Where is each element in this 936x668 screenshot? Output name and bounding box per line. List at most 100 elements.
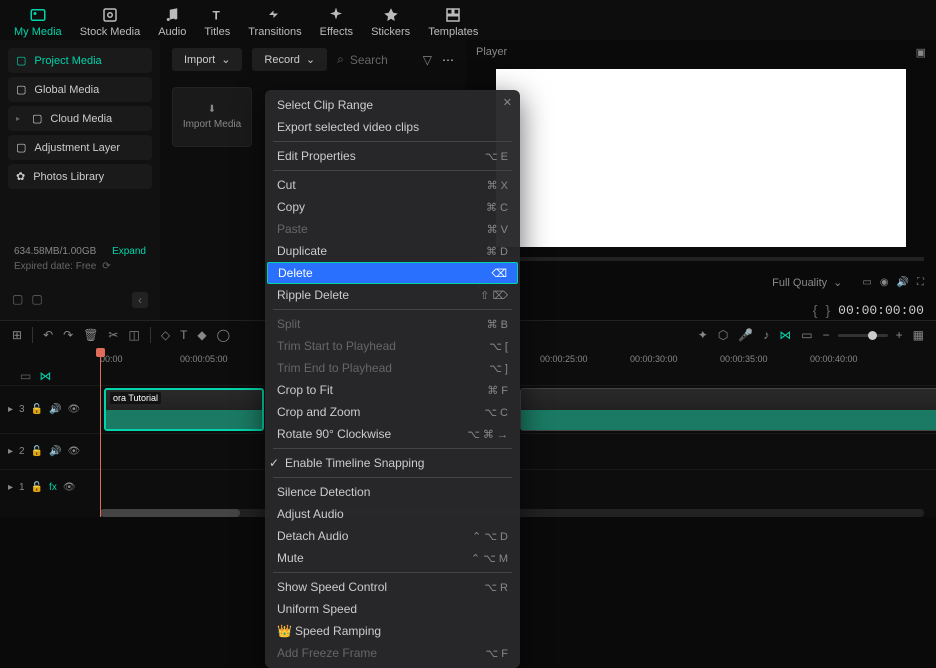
link-track-icon[interactable]: ⋈ <box>39 369 51 385</box>
delete-key-icon: ⌫ <box>491 267 507 280</box>
clip-selected[interactable]: ora Tutorial <box>104 388 264 431</box>
tab-stock-media[interactable]: Stock Media <box>80 6 141 38</box>
record-icon[interactable]: ◯ <box>217 328 230 342</box>
zoom-out-button[interactable]: − <box>823 328 830 342</box>
magnet-icon[interactable]: ⋈ <box>779 328 791 342</box>
collapse-sidebar-button[interactable]: ‹ <box>132 292 148 308</box>
cm-delete[interactable]: Delete⌫ <box>267 262 518 284</box>
cm-crop-to-fit[interactable]: Crop to Fit⌘ F <box>265 379 520 401</box>
tab-effects[interactable]: Effects <box>320 6 353 38</box>
expand-storage-button[interactable]: Expand <box>112 246 146 257</box>
cm-uniform-speed[interactable]: Uniform Speed <box>265 598 520 620</box>
playhead[interactable] <box>100 349 101 517</box>
cm-export-selected[interactable]: Export selected video clips <box>265 116 520 138</box>
close-icon[interactable]: ✕ <box>503 96 512 109</box>
search-icon: ⌕ <box>337 52 344 67</box>
music-icon[interactable]: ♪ <box>763 328 769 342</box>
enhance-icon[interactable]: ✦ <box>698 328 708 342</box>
mic-icon[interactable]: 🎤 <box>738 328 753 342</box>
stock-icon <box>101 6 119 24</box>
new-bin-icon[interactable]: ▢ <box>31 292 42 308</box>
marker-icon[interactable]: ◆ <box>197 328 206 342</box>
cm-select-clip-range[interactable]: Select Clip Range <box>265 94 520 116</box>
cm-adjust-audio[interactable]: Adjust Audio <box>265 503 520 525</box>
tab-stickers[interactable]: Stickers <box>371 6 410 38</box>
cm-rotate-90[interactable]: Rotate 90° Clockwise⌥ ⌘ → <box>265 423 520 445</box>
lock-icon[interactable]: 🔓 <box>31 482 43 493</box>
lock-icon[interactable]: 🔓 <box>31 404 43 415</box>
cm-mute[interactable]: Mute⌃ ⌥ M <box>265 547 520 569</box>
link-icon[interactable]: ▭ <box>801 328 812 342</box>
tab-templates[interactable]: Templates <box>428 6 478 38</box>
cut-icon[interactable]: ✂ <box>108 328 118 342</box>
monitor-icon[interactable]: ▭ <box>862 277 871 288</box>
refresh-icon[interactable]: ⟳ <box>102 261 110 272</box>
cm-copy[interactable]: Copy⌘ C <box>265 196 520 218</box>
visibility-icon[interactable]: 👁 <box>68 446 81 457</box>
track-add-icon[interactable]: ▭ <box>20 369 31 385</box>
tab-audio[interactable]: Audio <box>158 6 186 38</box>
tab-my-media[interactable]: My Media <box>14 6 62 38</box>
player-viewport[interactable] <box>496 69 906 247</box>
mute-icon[interactable]: 🔊 <box>49 446 61 457</box>
zoom-in-button[interactable]: + <box>896 328 903 342</box>
text-icon[interactable]: T <box>180 328 187 342</box>
filter-icon[interactable]: ▽ <box>423 53 432 67</box>
player-scrubber[interactable] <box>478 257 924 261</box>
cm-duplicate[interactable]: Duplicate⌘ D <box>265 240 520 262</box>
expand-icon[interactable]: ▸ <box>8 404 13 415</box>
grid-icon[interactable]: ⊞ <box>12 328 22 342</box>
cm-show-speed[interactable]: Show Speed Control⌥ R <box>265 576 520 598</box>
mark-out-button[interactable]: } <box>825 302 830 318</box>
undo-icon[interactable]: ↶ <box>43 328 53 342</box>
sidebar-project-media[interactable]: ▢ Project Media <box>8 48 152 73</box>
expand-icon[interactable]: ▸ <box>8 446 13 457</box>
quality-dropdown[interactable]: Full Quality ⌄ <box>760 271 854 294</box>
sidebar-photos-library[interactable]: ✿ Photos Library <box>8 164 152 189</box>
cm-paste: Paste⌘ V <box>265 218 520 240</box>
svg-text:T: T <box>213 9 221 23</box>
zoom-slider[interactable] <box>838 334 888 337</box>
tab-transitions[interactable]: Transitions <box>248 6 301 38</box>
visibility-icon[interactable]: 👁 <box>68 404 81 415</box>
import-dropdown[interactable]: Import ⌄ <box>172 48 242 71</box>
cm-cut[interactable]: Cut⌘ X <box>265 174 520 196</box>
more-icon[interactable]: ⋯ <box>442 53 454 67</box>
mute-icon[interactable]: 🔊 <box>49 404 61 415</box>
view-mode-icon[interactable]: ▦ <box>913 328 924 342</box>
sidebar-global-media[interactable]: ▢ Global Media <box>8 77 152 102</box>
import-media-tile[interactable]: ⬇ Import Media <box>172 87 252 147</box>
fullscreen-icon[interactable]: ⛶ <box>917 277 924 288</box>
player-title: Player <box>476 46 507 59</box>
folder-icon: ▢ <box>16 83 26 96</box>
shield-icon[interactable]: ⬡ <box>718 328 728 342</box>
volume-icon[interactable]: 🔊 <box>897 277 909 288</box>
sidebar-adjustment-layer[interactable]: ▢ Adjustment Layer <box>8 135 152 160</box>
cm-silence-detection[interactable]: Silence Detection <box>265 481 520 503</box>
camera-icon[interactable]: ◉ <box>880 277 889 288</box>
crop-icon[interactable]: ◫ <box>128 328 139 342</box>
mark-in-button[interactable]: { <box>813 302 818 318</box>
cm-enable-snapping[interactable]: ✓Enable Timeline Snapping <box>265 452 520 474</box>
search-input[interactable]: ⌕ Search <box>337 52 413 67</box>
tab-titles[interactable]: T Titles <box>204 6 230 38</box>
redo-icon[interactable]: ↷ <box>63 328 73 342</box>
cm-speed-ramping[interactable]: 👑Speed Ramping <box>265 620 520 642</box>
visibility-icon[interactable]: 👁 <box>63 482 76 493</box>
new-folder-icon[interactable]: ▢ <box>12 292 23 308</box>
snapshot-icon[interactable]: ▣ <box>916 46 926 59</box>
fx-icon[interactable]: fx <box>49 482 57 493</box>
expand-icon[interactable]: ▸ <box>8 482 13 493</box>
clip[interactable] <box>520 388 936 431</box>
tag-icon[interactable]: ◇ <box>161 328 170 342</box>
delete-icon[interactable]: 🗑 <box>83 328 98 342</box>
record-dropdown[interactable]: Record ⌄ <box>252 48 327 71</box>
cm-crop-zoom[interactable]: Crop and Zoom⌥ C <box>265 401 520 423</box>
cm-edit-properties[interactable]: Edit Properties⌥ E <box>265 145 520 167</box>
player-panel: Player ▣ ▷ □ Full Quality ⌄ ▭ ◉ 🔊 ⛶ { <box>466 40 936 320</box>
lock-icon[interactable]: 🔓 <box>31 446 43 457</box>
cm-ripple-delete[interactable]: Ripple Delete⇧ ⌦ <box>265 284 520 306</box>
download-icon: ⬇ <box>208 104 216 115</box>
sidebar-cloud-media[interactable]: ▸ ▢ Cloud Media <box>8 106 152 131</box>
cm-detach-audio[interactable]: Detach Audio⌃ ⌥ D <box>265 525 520 547</box>
